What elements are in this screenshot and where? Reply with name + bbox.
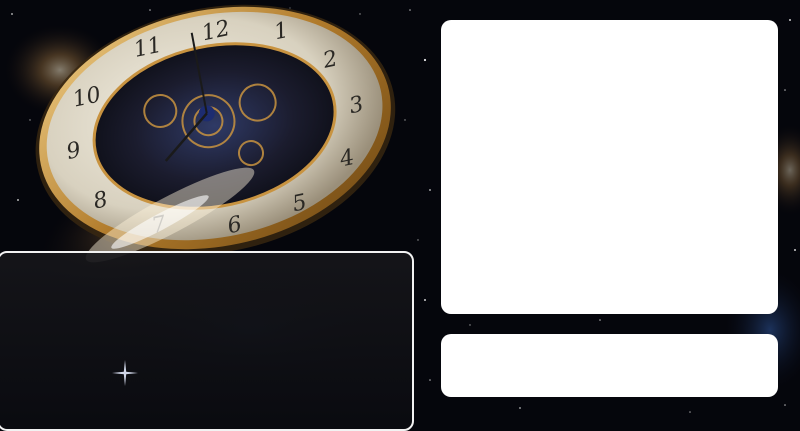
space-background: 12 1 2 3 4 5 6 7 8 9 10 11 [0,0,800,431]
content-panel-secondary [441,334,778,397]
content-panel-dark [0,251,414,431]
content-panel-main [441,20,778,314]
sparkle-star-icon [112,360,138,386]
